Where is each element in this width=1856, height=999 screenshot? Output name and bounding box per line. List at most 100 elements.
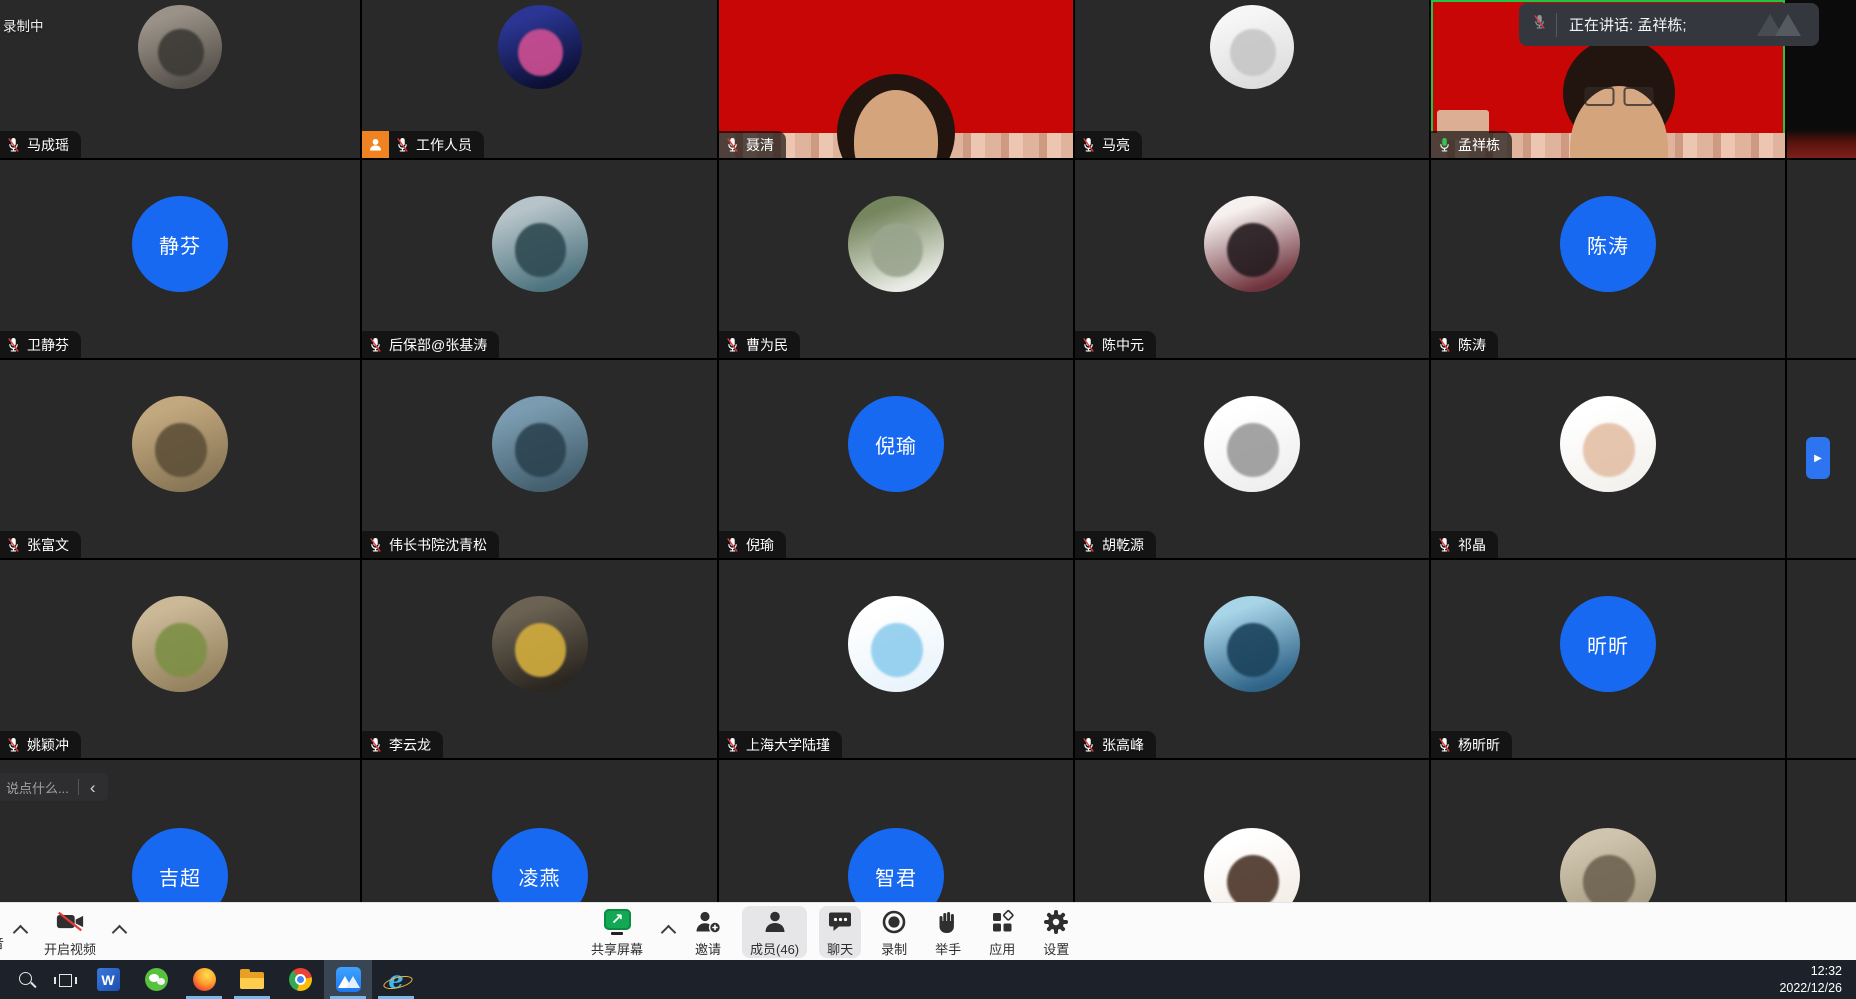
avatar-detail	[1227, 423, 1279, 477]
avatar-detail	[515, 423, 567, 477]
participant-tile[interactable]	[1075, 760, 1429, 902]
mic-muted-icon	[7, 537, 20, 553]
white-figure-photo-avatar	[1210, 5, 1294, 89]
taskbar-chrome-icon[interactable]	[276, 960, 324, 999]
participant-tile[interactable]: 姚颖冲	[0, 560, 360, 758]
taskbar-firefox-icon[interactable]	[180, 960, 228, 999]
mic-muted-icon	[369, 337, 382, 353]
participant-tile[interactable]: 智君	[719, 760, 1073, 902]
toolbar-button-raise-hand[interactable]: 举手	[927, 906, 969, 958]
participant-tile[interactable]	[1431, 760, 1785, 902]
participant-tile[interactable]: 凌燕	[362, 760, 717, 902]
taskbar-search-icon[interactable]	[8, 960, 46, 999]
taskbar-word-icon[interactable]: W	[84, 960, 132, 999]
taskbar-clock[interactable]: 12:32 2022/12/26	[1779, 963, 1856, 997]
name-tag: 杨昕昕	[1431, 731, 1512, 758]
participant-tile[interactable]: 昕昕杨昕昕	[1431, 560, 1785, 758]
divider	[1556, 13, 1557, 37]
participant-name: 孟祥栋	[1458, 135, 1500, 155]
collapse-chevron-icon[interactable]: ‹	[88, 779, 98, 796]
participant-name: 曹为民	[746, 335, 788, 355]
participant-tile[interactable]: 陈中元	[1075, 160, 1429, 358]
mic-muted-icon	[396, 137, 409, 153]
chevron-up-icon[interactable]	[13, 924, 29, 940]
chat-quick-input[interactable]: 说点什么... ‹	[0, 773, 108, 801]
blue-cartoon-badge-avatar	[848, 596, 944, 692]
name-tag: 张富文	[0, 531, 81, 558]
toolbar-button-chat[interactable]: 聊天	[819, 906, 861, 958]
meeting-window: 马成瑶 工作人员 聂清 马亮孟祥栋静芬卫静芬后保部@张基涛 曹为民 陈中元 陈涛陈涛张富文 伟…	[0, 0, 1856, 999]
mic-muted-icon	[1082, 137, 1095, 153]
participant-tile[interactable]: 马成瑶	[0, 0, 360, 158]
participant-tile[interactable]: 倪瑜倪瑜	[719, 360, 1073, 558]
participant-tile[interactable]	[1787, 160, 1856, 358]
speaking-banner-text: 正在讲话: 孟祥栋;	[1569, 14, 1687, 35]
toolbar-button-invite[interactable]: 邀请	[686, 906, 730, 958]
toolbar-button-share-screen[interactable]: ↗共享屏幕	[583, 906, 651, 958]
avatar-detail	[515, 223, 567, 277]
participant-name: 祁晶	[1458, 535, 1486, 555]
name-tag: 胡乾源	[1075, 531, 1156, 558]
participant-name: 陈涛	[1458, 335, 1486, 355]
participant-tile[interactable]: 工作人员	[362, 0, 717, 158]
participant-tile[interactable]: 上海大学陆瑾	[719, 560, 1073, 758]
divider	[78, 779, 79, 795]
cartoon-woman-avatar	[1204, 828, 1300, 902]
toolbar-button-label: 应用	[989, 939, 1015, 958]
participant-tile[interactable]	[1787, 760, 1856, 902]
participant-tile[interactable]: 陈涛陈涛	[1431, 160, 1785, 358]
name-tag: 马成瑶	[0, 131, 81, 158]
name-tag: 后保部@张基涛	[362, 331, 499, 358]
name-tag: 倪瑜	[719, 531, 786, 558]
next-page-arrow-button[interactable]: ▶	[1806, 437, 1830, 479]
settings-icon	[1043, 907, 1069, 937]
taskbar-file-explorer-icon[interactable]	[228, 960, 276, 999]
toolbar-button-label: 举手	[935, 939, 961, 958]
avatar-detail	[871, 223, 923, 277]
raise-hand-icon	[935, 907, 961, 937]
invite-icon	[694, 907, 722, 937]
participant-tile[interactable]: 祁晶	[1431, 360, 1785, 558]
staff-badge-icon	[362, 131, 389, 158]
sketch-portrait-avatar	[1204, 396, 1300, 492]
mic-muted-icon	[1438, 537, 1451, 553]
participant-tile[interactable]: 胡乾源	[1075, 360, 1429, 558]
avatar-detail	[1227, 855, 1279, 902]
participant-tile[interactable]: 后保部@张基涛	[362, 160, 717, 358]
name-tag: 工作人员	[362, 131, 484, 158]
participant-tile[interactable]: 聂清	[719, 0, 1073, 158]
chevron-up-icon[interactable]	[112, 924, 128, 940]
chevron-up-icon[interactable]	[661, 924, 677, 940]
taskbar-wechat-icon[interactable]	[132, 960, 180, 999]
avatar-detail	[1227, 223, 1279, 277]
windows-taskbar: We 12:32 2022/12/26	[0, 960, 1856, 999]
participant-name: 倪瑜	[746, 535, 774, 555]
name-tag: 聂清	[719, 131, 786, 158]
participant-tile[interactable]: 张富文	[0, 360, 360, 558]
mic-muted-icon	[1438, 337, 1451, 353]
glasses	[1584, 87, 1653, 106]
taskbar-tencent-meeting-icon[interactable]	[324, 960, 372, 999]
participant-name: 李云龙	[389, 735, 431, 755]
toolbar-button-record[interactable]: 录制	[873, 906, 915, 958]
participant-tile[interactable]: 静芬卫静芬	[0, 160, 360, 358]
taskbar-internet-explorer-icon[interactable]: e	[372, 960, 420, 999]
mic-muted-icon	[1082, 737, 1095, 753]
participant-tile[interactable]	[1787, 560, 1856, 758]
toolbar-button-apps[interactable]: 应用	[981, 906, 1023, 958]
participant-tile[interactable]: 伟长书院沈青松	[362, 360, 717, 558]
participant-tile[interactable]: 张高峰	[1075, 560, 1429, 758]
taskbar-task-view-icon[interactable]	[46, 960, 84, 999]
name-tag: 陈中元	[1075, 331, 1156, 358]
avatar-detail	[1230, 29, 1275, 76]
clipped-mute-label: 音	[0, 933, 5, 952]
mic-muted-icon	[1533, 14, 1546, 30]
toolbar-button-label: 开启视频	[44, 939, 96, 958]
participant-tile[interactable]: 李云龙	[362, 560, 717, 758]
toolbar-button-members[interactable]: 成员(46)	[742, 906, 807, 958]
participant-tile[interactable]: 曹为民	[719, 160, 1073, 358]
toolbar-button-settings[interactable]: 设置	[1035, 906, 1077, 958]
participant-name: 胡乾源	[1102, 535, 1144, 555]
participant-tile[interactable]: 马亮	[1075, 0, 1429, 158]
toolbar-button-camera[interactable]: 开启视频	[36, 906, 104, 958]
